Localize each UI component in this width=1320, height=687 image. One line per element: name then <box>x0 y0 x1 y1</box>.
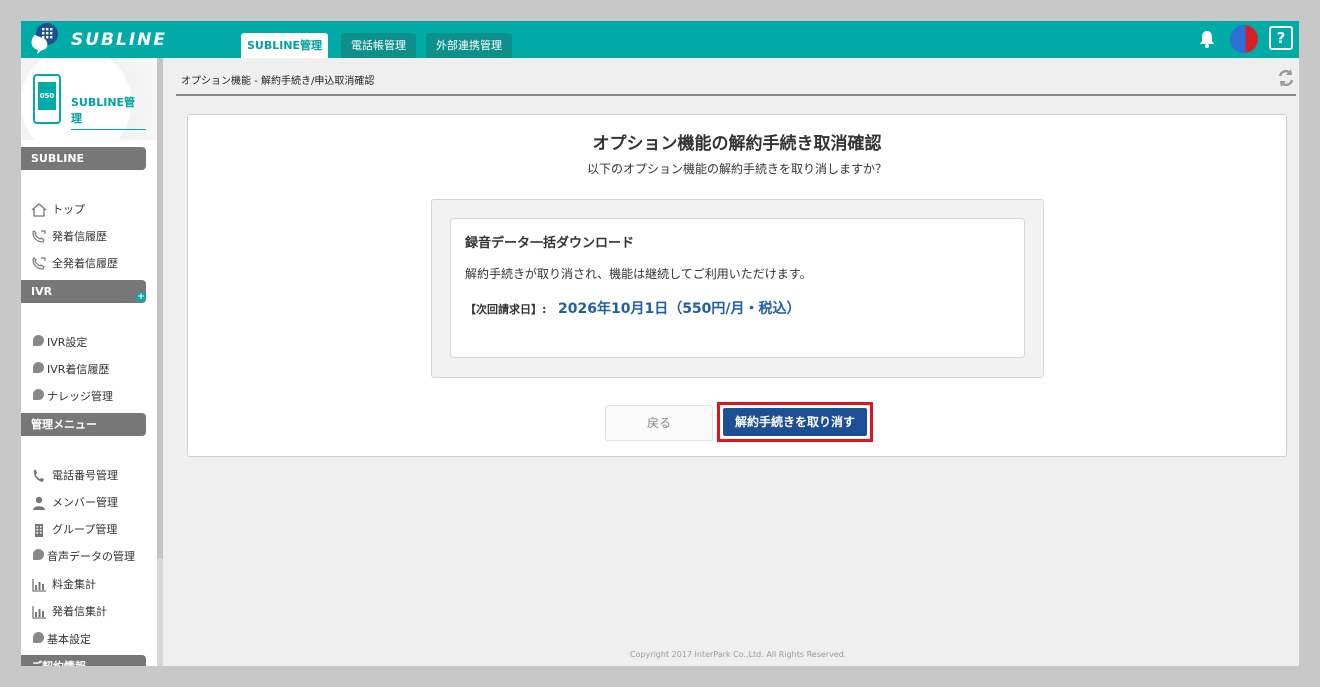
sidebar-item-label: トップ <box>52 203 85 216</box>
sidebar-item-ivr-settings[interactable]: IVR設定 <box>31 334 87 352</box>
sidebar-scrollbar-thumb[interactable] <box>157 58 163 558</box>
sidebar-scrollbar[interactable] <box>157 58 163 666</box>
cancel-termination-button[interactable]: 解約手続きを取り消す <box>723 408 867 436</box>
sidebar-brand-label: SUBLINE管理 <box>71 94 146 130</box>
option-card: 録音データ一括ダウンロード 解約手続きが取り消され、機能は継続してご利用いただけ… <box>450 218 1025 358</box>
user-icon <box>33 496 45 510</box>
tab-subline-admin[interactable]: SUBLINE管理 <box>241 33 328 58</box>
sidebar-item-label: グループ管理 <box>52 523 118 536</box>
breadcrumb-text: オプション機能 - 解約手続き/申込取消確認 <box>181 76 375 87</box>
sidebar-section-admin-menu: 管理メニュー <box>21 413 146 436</box>
tab-phonebook-admin[interactable]: 電話帳管理 <box>341 33 416 58</box>
confirmation-panel: オプション機能の解約手続き取消確認 以下のオプション機能の解約手続きを取り消しま… <box>187 114 1287 457</box>
phone-call-icon <box>32 257 46 270</box>
sidebar-item-label: メンバー管理 <box>52 496 118 509</box>
home-icon <box>31 203 47 217</box>
option-container: 録音データ一括ダウンロード 解約手続きが取り消され、機能は継続してご利用いただけ… <box>431 199 1044 378</box>
sidebar-item-billing-summary[interactable]: 料金集計 <box>31 576 96 594</box>
building-icon <box>35 524 43 537</box>
sidebar-item-label: 発着信集計 <box>52 605 107 618</box>
tab-external-integration[interactable]: 外部連携管理 <box>426 33 512 58</box>
sidebar-item-label: IVR設定 <box>47 336 88 349</box>
sidebar-section-contract-info: ご契約情報 <box>21 655 146 666</box>
sidebar-item-label: ナレッジ管理 <box>47 390 113 403</box>
sidebar-item-call-summary[interactable]: 発着信集計 <box>31 603 107 621</box>
smartphone-icon: 050 <box>33 74 61 124</box>
phone-call-icon <box>32 230 46 243</box>
sidebar-item-voice-data[interactable]: 音声データの管理 <box>31 548 135 566</box>
copyright: Copyright 2017 InterPark Co.,Ltd. All Ri… <box>630 650 847 659</box>
top-header: SUBLINE SUBLINE管理 電話帳管理 外部連携管理 ? <box>21 21 1299 58</box>
avatar[interactable] <box>1230 25 1258 53</box>
bar-chart-icon <box>32 606 46 619</box>
app-frame: SUBLINE SUBLINE管理 電話帳管理 外部連携管理 ? 050 SUB… <box>21 21 1299 666</box>
sidebar-item-label: 料金集計 <box>52 578 96 591</box>
phone-icon <box>33 470 44 482</box>
sidebar-item-groups[interactable]: グループ管理 <box>31 521 117 539</box>
sidebar: 050 SUBLINE管理 SUBLINE トップ 発着信履歴 全発着信履歴 I… <box>21 58 161 666</box>
bar-chart-icon <box>32 579 46 592</box>
help-icon[interactable]: ? <box>1269 26 1293 50</box>
option-message: 解約手続きが取り消され、機能は継続してご利用いただけます。 <box>465 267 812 281</box>
sidebar-item-phone-numbers[interactable]: 電話番号管理 <box>31 467 118 485</box>
sidebar-item-knowledge[interactable]: ナレッジ管理 <box>31 388 113 406</box>
sidebar-item-call-history[interactable]: 発着信履歴 <box>31 228 107 246</box>
sidebar-item-basic-settings[interactable]: 基本設定 <box>31 631 91 649</box>
sidebar-item-members[interactable]: メンバー管理 <box>31 494 118 512</box>
breadcrumb: オプション機能 - 解約手続き/申込取消確認 <box>176 64 1296 96</box>
speech-bubble-icon <box>33 389 44 400</box>
back-button[interactable]: 戻る <box>605 405 713 441</box>
sidebar-brand[interactable]: 050 SUBLINE管理 <box>21 58 161 140</box>
sidebar-item-ivr-call-history[interactable]: IVR着信履歴 <box>31 361 109 379</box>
sidebar-section-subline: SUBLINE <box>21 147 146 170</box>
refresh-icon[interactable] <box>1276 68 1296 88</box>
speech-bubble-icon <box>33 632 44 643</box>
highlight-box: 解約手続きを取り消す <box>717 402 873 442</box>
sidebar-item-label: 音声データの管理 <box>47 550 135 563</box>
logo-text: SUBLINE <box>71 30 168 50</box>
logo[interactable]: SUBLINE <box>27 21 197 58</box>
sidebar-item-top[interactable]: トップ <box>31 201 85 219</box>
sidebar-section-ivr: IVR <box>21 280 146 303</box>
next-billing-value: 2026年10月1日（550円/月・税込） <box>558 301 801 317</box>
sidebar-item-label: 発着信履歴 <box>52 230 107 243</box>
page-title: オプション機能の解約手続き取消確認 <box>592 134 882 154</box>
bell-icon[interactable] <box>1197 29 1217 49</box>
sidebar-item-label: IVR着信履歴 <box>47 363 110 376</box>
sidebar-item-label: 基本設定 <box>47 633 91 646</box>
chat-phone-logo-icon <box>31 23 58 54</box>
sidebar-item-label: 電話番号管理 <box>52 469 118 482</box>
next-billing-label: 【次回請求日】: <box>465 303 547 316</box>
speech-bubble-icon <box>33 362 44 373</box>
phone-number-label: 050 <box>38 82 56 110</box>
page-subtitle: 以下のオプション機能の解約手続きを取り消しますか？ <box>586 162 887 176</box>
speech-bubble-icon <box>33 549 44 560</box>
sidebar-item-label: 全発着信履歴 <box>52 257 118 270</box>
plus-circle-icon[interactable]: + <box>136 292 146 302</box>
sidebar-item-all-call-history[interactable]: 全発着信履歴 <box>31 255 118 273</box>
option-name: 録音データ一括ダウンロード <box>465 236 635 251</box>
speech-bubble-icon <box>33 335 44 346</box>
